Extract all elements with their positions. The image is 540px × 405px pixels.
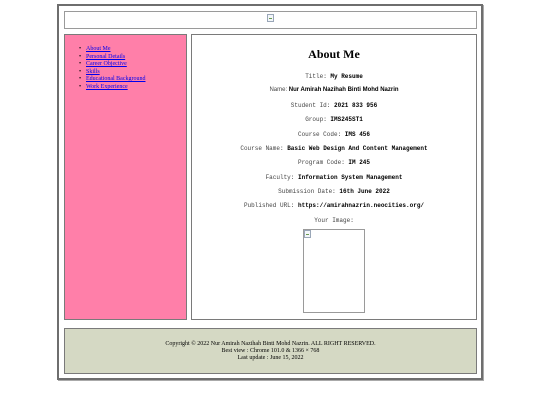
field-value: Basic Web Design And Content Management: [287, 145, 428, 152]
field-published-url: Published URL: https://amirahnazrin.neoc…: [192, 202, 476, 209]
field-label: Published URL:: [243, 202, 295, 209]
field-your-image: Your Image:: [192, 217, 476, 224]
nav-item-educational-background: Educational Background: [79, 76, 145, 84]
field-student-id: Student Id: 2021 833 956: [192, 102, 476, 109]
header-banner: [64, 11, 477, 29]
field-value: Information System Management: [298, 174, 403, 181]
field-value: https://amirahnazrin.neocities.org/: [298, 202, 425, 209]
field-label: Program Code:: [297, 159, 345, 166]
field-label: Course Name:: [240, 145, 284, 152]
field-value: Nur Amirah Nazihah Binti Mohd Nazrin: [288, 87, 399, 93]
field-course-name: Course Name: Basic Web Design And Conten…: [192, 145, 476, 152]
field-label: Name:: [269, 87, 288, 93]
field-value: IM 245: [348, 159, 371, 166]
nav-item-about-me: About Me: [79, 46, 145, 54]
field-label: Submission Date:: [278, 188, 336, 195]
footer-last-update: Last update : June 15, 2022: [237, 355, 304, 361]
nav-link-about-me[interactable]: About Me: [86, 46, 111, 52]
nav-link-skills[interactable]: Skills: [86, 69, 100, 75]
nav-item-personal-details: Personal Details: [79, 54, 145, 62]
field-faculty: Faculty: Information System Management: [192, 174, 476, 181]
field-value: IMS245ST1: [330, 116, 363, 123]
broken-image-icon: [267, 14, 274, 22]
main-content: About Me Title: My Resume Name: Nur Amir…: [191, 34, 477, 320]
footer: Copyright © 2022 Nur Amirah Nazihah Bint…: [64, 328, 477, 374]
field-program-code: Program Code: IM 245: [192, 159, 476, 166]
field-group: Group: IMS245ST1: [192, 116, 476, 123]
nav-link-personal-details[interactable]: Personal Details: [86, 54, 125, 60]
footer-best-view: Best view : Chrome 101.0 & 1366 × 768: [221, 348, 320, 354]
field-value: My Resume: [330, 73, 363, 80]
field-label: Group:: [305, 116, 327, 123]
nav-link-career-objective[interactable]: Career Objective: [86, 61, 127, 67]
field-course-code: Course Code: IMS 456: [192, 131, 476, 138]
page-title: About Me: [308, 47, 360, 61]
nav-list: About Me Personal Details Career Objecti…: [79, 46, 145, 92]
nav-item-work-experience: Work Experience: [79, 84, 145, 92]
field-label: Your Image:: [314, 217, 354, 224]
field-name: Name: Nur Amirah Nazihah Binti Mohd Nazr…: [192, 87, 476, 93]
profile-image-placeholder: [303, 229, 365, 313]
field-label: Student Id:: [290, 102, 331, 109]
field-label: Faculty:: [265, 174, 295, 181]
broken-image-icon: [304, 230, 311, 238]
field-title: Title: My Resume: [192, 73, 476, 80]
nav-link-work-experience[interactable]: Work Experience: [86, 84, 128, 90]
nav-item-skills: Skills: [79, 69, 145, 77]
footer-copyright: Copyright © 2022 Nur Amirah Nazihah Bint…: [165, 341, 376, 347]
nav-item-career-objective: Career Objective: [79, 61, 145, 69]
field-value: 2021 833 956: [334, 102, 378, 109]
page-frame: About Me Personal Details Career Objecti…: [57, 4, 483, 380]
sidebar: About Me Personal Details Career Objecti…: [64, 34, 187, 320]
field-label: Course Code:: [297, 131, 342, 138]
nav-link-educational-background[interactable]: Educational Background: [86, 76, 145, 82]
field-value: 16th June 2022: [339, 188, 390, 195]
field-submission-date: Submission Date: 16th June 2022: [192, 188, 476, 195]
field-label: Title:: [305, 73, 327, 80]
field-value: IMS 456: [344, 131, 371, 138]
